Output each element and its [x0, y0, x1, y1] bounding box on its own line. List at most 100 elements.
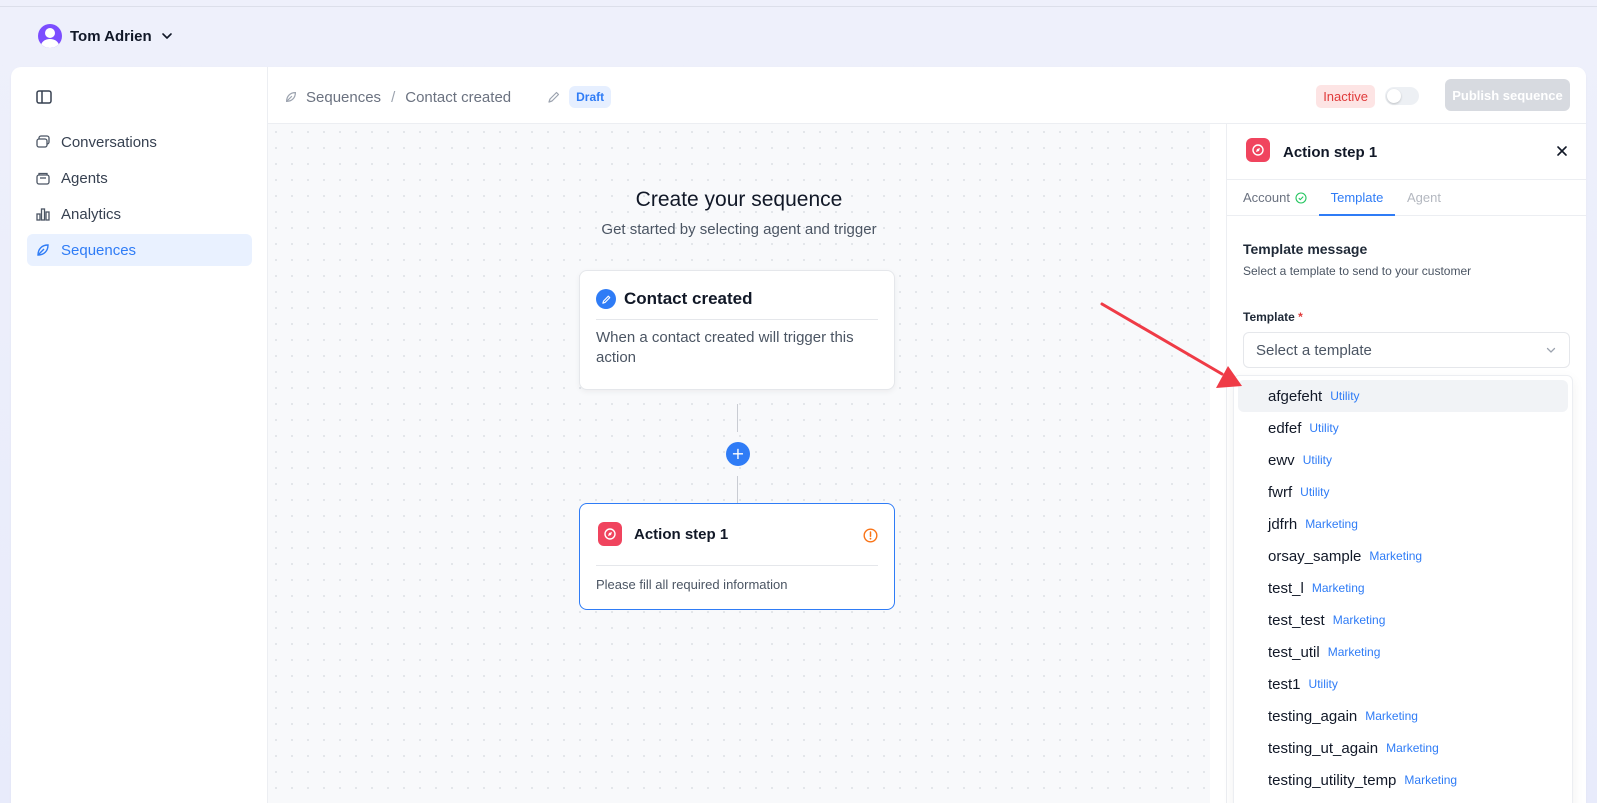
sequence-canvas[interactable]: Create your sequence Get started by sele… [268, 124, 1210, 803]
option-category: Marketing [1404, 773, 1458, 787]
status-badge: Draft [569, 86, 612, 108]
required-mark: * [1298, 310, 1303, 324]
action-node-description: Please fill all required information [596, 577, 788, 592]
option-category: Utility [1300, 485, 1330, 499]
option-name: test1 [1268, 675, 1301, 693]
action-node-title: Action step 1 [634, 525, 729, 543]
template-option[interactable]: orsay_sample Marketing [1238, 540, 1568, 572]
panel-title: Action step 1 [1283, 144, 1378, 161]
inactive-badge: Inactive [1316, 85, 1375, 108]
sidebar-item-label: Sequences [61, 241, 137, 259]
template-dropdown: afgefeht Utility edfef Utility ewv Utility … [1233, 375, 1573, 803]
check-circle-icon [1295, 192, 1307, 204]
leaf-icon [286, 92, 296, 102]
compass-icon [598, 522, 622, 546]
divider [596, 319, 878, 320]
active-toggle[interactable] [1385, 87, 1419, 105]
breadcrumb-current: Contact created [405, 88, 512, 106]
pencil-icon[interactable] [547, 90, 561, 104]
template-option[interactable]: test_test Marketing [1238, 604, 1568, 636]
sidebar-item-agents[interactable]: Agents [27, 162, 252, 194]
sidebar-item-label: Analytics [61, 205, 122, 223]
option-category: Marketing [1305, 517, 1358, 531]
avatar [38, 24, 62, 48]
breadcrumb-sequences[interactable]: Sequences [306, 89, 381, 106]
template-option[interactable]: testing_ut_again Marketing [1238, 732, 1568, 764]
option-name: test_util [1268, 643, 1320, 661]
template-option[interactable]: test_l Marketing [1238, 572, 1568, 604]
sidebar-item-sequences[interactable]: Sequences [27, 234, 252, 266]
tab-account[interactable]: Account [1243, 180, 1307, 216]
option-category: Utility [1302, 453, 1333, 467]
sidebar-item-label: Conversations [61, 133, 157, 151]
option-name: testing_ut_again [1268, 739, 1379, 757]
canvas-title: Create your sequence [635, 188, 843, 211]
canvas-subtitle: Get started by selecting agent and trigg… [601, 221, 877, 238]
sidebar-item-analytics[interactable]: Analytics [27, 198, 252, 230]
sidebar-item-label: Agents [61, 169, 108, 187]
sidebar-nav: Conversations Agents Analytics Sequences [27, 126, 252, 270]
option-name: fwrf [1268, 483, 1293, 501]
section-title: Template message [1243, 241, 1368, 257]
template-option[interactable]: fwrf Utility [1238, 476, 1568, 508]
stack-icon [36, 172, 50, 185]
breadcrumb: Sequences / Contact created Draft [284, 86, 612, 108]
template-field-label: Template * [1243, 310, 1303, 324]
sidebar-item-conversations[interactable]: Conversations [27, 126, 252, 158]
sidebar: Conversations Agents Analytics Sequences [11, 67, 268, 803]
compass-icon [1246, 138, 1270, 162]
option-name: edfef [1268, 419, 1302, 437]
trigger-node-title: Contact created [624, 289, 753, 308]
leaf-icon [37, 244, 49, 256]
connector-line [737, 476, 738, 503]
template-option[interactable]: testing_utility_temp Marketing [1238, 764, 1568, 796]
option-category: Utility [1309, 421, 1339, 435]
action-node[interactable]: Action step 1 Please fill all required i… [579, 503, 895, 610]
template-select[interactable]: Select a template [1243, 332, 1570, 368]
option-name: testing_again [1268, 707, 1358, 725]
connector-line [737, 404, 738, 432]
page-header: Sequences / Contact created Draft Inacti… [268, 67, 1586, 124]
top-divider [0, 6, 1597, 7]
divider [596, 565, 878, 566]
option-category: Marketing [1327, 645, 1381, 659]
option-name: afgefeht [1268, 387, 1323, 405]
user-name: Tom Adrien [70, 27, 152, 45]
section-subtitle: Select a template to send to your custom… [1243, 264, 1472, 278]
option-name: jdfrh [1268, 515, 1298, 533]
add-step-button[interactable]: + [726, 442, 750, 466]
option-name: orsay_sample [1268, 547, 1362, 565]
option-name: testing_utility_temp [1268, 771, 1397, 789]
pencil-icon [596, 289, 616, 309]
sidebar-toggle-icon[interactable] [35, 88, 53, 106]
tab-label: Account [1243, 190, 1290, 205]
template-option[interactable]: afgefeht Utility [1238, 380, 1568, 412]
option-category: Utility [1308, 677, 1338, 691]
trigger-node-description: When a contact created will trigger this… [596, 329, 854, 366]
warning-icon [863, 528, 878, 543]
template-option[interactable]: test_util Marketing [1238, 636, 1568, 668]
chat-bubbles-icon [36, 135, 50, 148]
user-menu[interactable]: Tom Adrien [38, 24, 174, 48]
tab-template[interactable]: Template [1319, 180, 1395, 216]
option-category: Marketing [1369, 549, 1423, 563]
breadcrumb-separator: / [391, 88, 396, 106]
template-option[interactable]: ewv Utility [1238, 444, 1568, 476]
chevron-down-icon [1546, 347, 1556, 353]
template-option[interactable]: testing_again Marketing [1238, 700, 1568, 732]
tab-agent[interactable]: Agent [1407, 180, 1441, 216]
publish-sequence-button[interactable]: Publish sequence [1445, 79, 1570, 111]
trigger-node[interactable]: Contact created When a contact created w… [579, 270, 895, 390]
option-category: Marketing [1311, 581, 1365, 595]
template-option[interactable]: test1 Utility [1238, 668, 1568, 700]
option-category: Marketing [1386, 741, 1439, 755]
template-option[interactable]: edfef Utility [1238, 412, 1568, 444]
option-category: Marketing [1332, 613, 1386, 627]
close-icon[interactable] [1554, 143, 1570, 159]
option-name: test_l [1268, 579, 1304, 597]
template-select-placeholder: Select a template [1256, 341, 1372, 359]
bar-chart-icon [36, 208, 50, 221]
field-label-text: Template [1243, 310, 1295, 324]
option-category: Utility [1330, 389, 1360, 403]
template-option[interactable]: jdfrh Marketing [1238, 508, 1568, 540]
